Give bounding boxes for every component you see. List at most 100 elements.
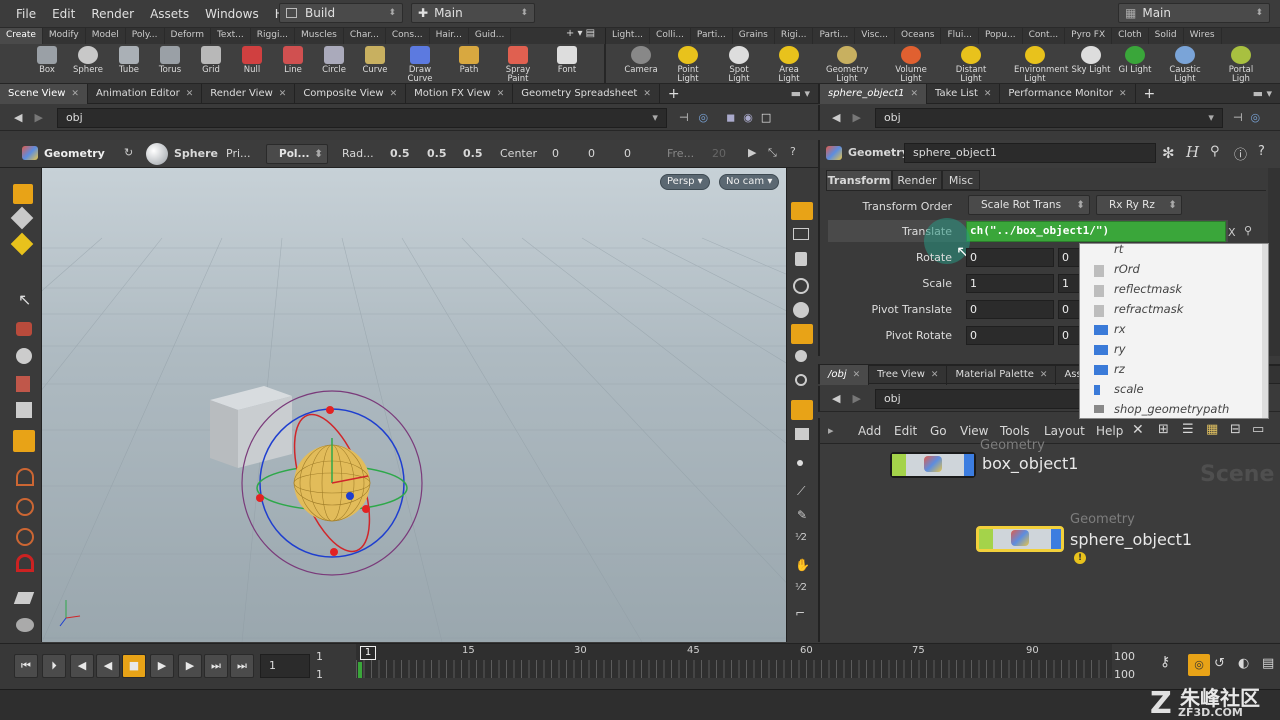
rotate-y-field[interactable]: 0 [1058,248,1080,267]
network-menu-layout[interactable]: Layout [1044,424,1085,438]
autocomplete-scrollbar[interactable] [1262,244,1268,418]
autocomplete-item[interactable]: refractmask [1094,302,1183,317]
shelf-tab[interactable]: Char... [344,28,386,44]
autocomplete-item[interactable]: rt [1094,244,1123,256]
center-x[interactable]: 0 [552,147,559,160]
split-icon[interactable]: ⅟2 [795,532,807,543]
shelf-tool[interactable]: Area Light [768,46,810,84]
shelf-tool[interactable]: Grid [190,46,232,82]
shelf-tab[interactable]: Visc... [855,28,895,44]
network-menu-go[interactable]: Go [930,424,947,438]
shelf-tool[interactable]: Font [546,46,588,82]
shelf-tool[interactable]: Sphere [67,46,109,82]
transform-icon[interactable]: ⤡ [768,146,777,160]
autocomplete-item[interactable]: rOrd [1094,262,1140,277]
camera-menu[interactable]: No cam ▾ [719,174,780,190]
shelf-tool[interactable]: Environment Light [1014,46,1068,84]
forward-arrow-icon[interactable]: ▶ [852,392,860,405]
rig-icon[interactable] [16,402,32,418]
play-button[interactable]: ▶ [150,654,174,678]
paint-icon[interactable] [13,592,35,604]
scale-y-field[interactable]: 1 [1058,274,1080,293]
prev-key-button[interactable]: ◀ [70,654,94,678]
hand-icon[interactable]: ✋ [795,558,810,572]
pin-icon[interactable]: ⊣ [679,111,689,124]
network-menu-edit[interactable]: Edit [894,424,917,438]
handle-knob[interactable] [256,494,264,502]
select-tool-icon[interactable] [13,184,33,204]
tree-icon[interactable]: ⊞ [1158,422,1169,437]
tab-motion-fx-view[interactable]: Motion FX View ✕ [406,83,514,104]
autocomplete-item[interactable]: scale [1094,382,1144,396]
shelf-tab[interactable]: Solid [1149,28,1184,44]
frame-icon[interactable]: ⌐ [795,606,805,620]
tab-material-palette[interactable]: Material Palette ✕ [947,364,1057,385]
audio-icon[interactable]: ◐ [1238,656,1249,671]
magnet-icon-4[interactable] [16,554,34,572]
back-arrow-icon[interactable]: ◀ [832,392,840,405]
handle-knob[interactable] [326,406,334,414]
shelf-tab[interactable]: Create [0,28,43,44]
shelf-tool[interactable]: Sky Light [1070,46,1112,82]
shelf-tab[interactable]: Pyro FX [1065,28,1113,44]
tab-take-list[interactable]: Take List ✕ [927,83,1001,104]
node-name-field[interactable]: sphere_object1 [904,143,1156,163]
point-icon[interactable] [797,460,803,466]
tab-sphere-params[interactable]: sphere_object1 ✕ [820,83,928,104]
link-icon[interactable]: ◎ [699,111,709,124]
handle-icon[interactable]: ⚲ [1244,224,1252,237]
tab-composite-view[interactable]: Composite View ✕ [295,83,407,104]
snap-tool-icon[interactable] [10,232,34,256]
gear-icon[interactable]: ✻ [1162,144,1175,162]
magnet-icon-2[interactable] [16,498,34,516]
path-field[interactable]: obj [874,388,1085,409]
view-tool-icon[interactable] [16,322,32,336]
shelf-tab[interactable]: Poly... [126,28,165,44]
help-icon[interactable]: ? [790,145,796,158]
sculpt-icon[interactable] [16,618,34,632]
shelf-tool[interactable]: Box [26,46,68,82]
layout-icon[interactable]: ⊟ [1230,422,1241,437]
split-icon-2[interactable]: ⅟2 [795,582,807,593]
pivot-rotate-x-field[interactable]: 0 [966,326,1054,345]
move-tool-icon[interactable] [10,206,34,230]
magnet-icon[interactable] [16,468,34,486]
shelf-tool[interactable]: Spot Light [718,46,760,84]
shelf-tool[interactable]: GI Light [1114,46,1156,82]
shelf-tool[interactable]: Tube [108,46,150,82]
handle-tool-icon[interactable] [13,430,35,452]
shelf-tool[interactable]: Line [272,46,314,82]
pane-menu-icon[interactable]: ▬ ▾ [1253,87,1280,100]
autocomplete-item[interactable]: shop_geometrypath [1094,402,1229,416]
network-menu-tools[interactable]: Tools [1000,424,1030,438]
brush-icon[interactable] [16,348,32,364]
autocomplete-item[interactable]: rz [1094,362,1125,376]
hscript-icon[interactable]: H [1186,143,1199,161]
right-desktop-selector[interactable]: ▦ Main ⬍ [1118,3,1270,23]
edge-icon[interactable]: ⟋ [797,484,805,499]
frame-cursor[interactable]: 1 [360,646,376,660]
pen-icon[interactable]: ✎ [797,508,807,522]
render-icon[interactable]: ◉ [743,111,753,124]
shelf-tool[interactable]: Caustic Light [1164,46,1206,84]
flipbook-icon[interactable] [795,428,809,440]
shelf-tab[interactable]: Model [86,28,126,44]
primitive-type-dropdown[interactable]: Pol... ⬍ [266,144,328,164]
info-icon[interactable]: ⓘ [1234,144,1247,163]
radius-x[interactable]: 0.5 [390,147,410,160]
shelf-tab[interactable]: Popu... [979,28,1023,44]
cube-icon[interactable]: ◼ [726,111,735,124]
shelf-tab[interactable]: Modify [43,28,86,44]
pivot-translate-y-field[interactable]: 0 [1058,300,1080,319]
shelf-tab[interactable]: Flui... [941,28,979,44]
shelf-tool[interactable]: Camera [620,46,662,82]
step-start-button[interactable]: ⏵ [42,654,66,678]
light-icon[interactable] [791,324,813,344]
ghost-icon[interactable] [793,228,809,240]
shelf-tool[interactable]: Null [231,46,273,82]
forward-arrow-icon[interactable]: ▶ [34,111,42,124]
pose-icon[interactable] [16,376,30,392]
realtime-toggle-icon[interactable]: ◎ [1188,654,1210,676]
scale-x-field[interactable]: 1 [966,274,1054,293]
param-tab-transform[interactable]: Transform [826,170,892,190]
